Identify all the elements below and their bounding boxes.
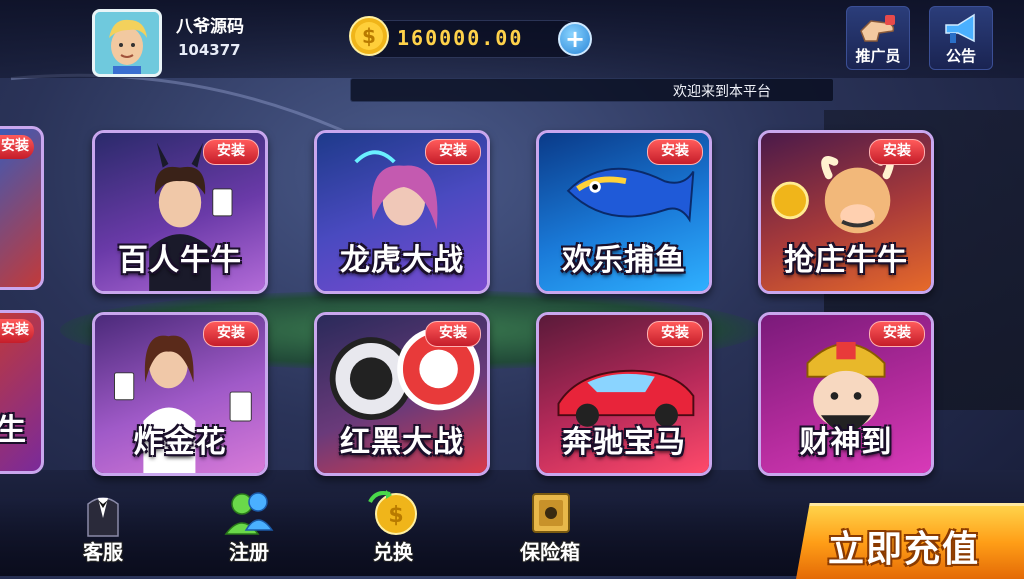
user-avatar[interactable] xyxy=(92,9,162,77)
announcement-button[interactable]: 公告 xyxy=(929,6,993,70)
install-badge: 安装 xyxy=(647,321,703,347)
game-title: 财神到 xyxy=(799,425,893,460)
safe-box-icon xyxy=(532,493,570,533)
recharge-label: 立即充值 xyxy=(828,529,981,570)
install-badge: 安装 xyxy=(0,319,34,343)
game-card-caishen-dao[interactable]: 安装 财神到 xyxy=(758,312,934,476)
install-badge: 安装 xyxy=(0,135,34,159)
game-title: 奔驰宝马 xyxy=(562,425,686,460)
register-users-icon xyxy=(224,492,274,535)
coin-balance-value: 160000.00 xyxy=(397,26,524,50)
svg-text:$: $ xyxy=(388,503,403,528)
game-title: 欢乐捕鱼 xyxy=(562,243,686,278)
exchange-coin-icon: $ xyxy=(368,490,417,535)
add-coins-button[interactable]: + xyxy=(558,22,592,56)
announcement-label: 公告 xyxy=(945,47,976,65)
safe-box-button[interactable]: 保险箱 xyxy=(505,488,595,574)
register-button[interactable]: 注册 xyxy=(204,488,294,574)
marquee-text: 欢迎来到本平台 xyxy=(673,84,771,100)
partial-game-card-1[interactable]: 安装 xyxy=(0,126,44,290)
partial-game-title: 生 xyxy=(0,405,26,449)
install-badge: 安装 xyxy=(203,321,259,347)
announcement-marquee: 欢迎来到本平台 xyxy=(350,78,834,102)
exchange-button[interactable]: $ 兑换 xyxy=(348,488,438,574)
promoter-button[interactable]: 推广员 xyxy=(846,6,910,70)
promoter-label: 推广员 xyxy=(855,47,901,65)
install-badge: 安装 xyxy=(425,321,481,347)
game-card-bairen-niuniu[interactable]: 安装 百人牛牛 xyxy=(92,130,268,294)
game-card-huanle-buyu[interactable]: 安装 欢乐捕鱼 xyxy=(536,130,712,294)
game-card-honghei-dazhan[interactable]: 安装 红黑大战 xyxy=(314,312,490,476)
customer-service-button[interactable]: 客服 xyxy=(58,488,148,574)
game-card-benchi-baoma[interactable]: 安装 奔驰宝马 xyxy=(536,312,712,476)
recharge-now-button[interactable]: 立即充值 xyxy=(796,503,1024,579)
customer-service-tuxedo-icon xyxy=(87,497,119,537)
promoter-hand-icon xyxy=(860,15,895,42)
install-badge: 安装 xyxy=(869,321,925,347)
gold-coin-icon: $ xyxy=(349,16,389,56)
game-card-qiangzhuang-niuniu[interactable]: 安装 抢庄牛牛 xyxy=(758,130,934,294)
game-title: 百人牛牛 xyxy=(118,243,242,278)
megaphone-icon xyxy=(945,13,975,43)
partial-game-card-2[interactable]: 安装 生 xyxy=(0,310,44,474)
game-title: 炸金花 xyxy=(133,425,227,460)
game-title: 龙虎大战 xyxy=(340,243,464,278)
exchange-label: 兑换 xyxy=(373,540,413,564)
install-badge: 安装 xyxy=(647,139,703,165)
install-badge: 安装 xyxy=(425,139,481,165)
game-title: 抢庄牛牛 xyxy=(784,243,908,278)
safe-box-label: 保险箱 xyxy=(520,540,580,564)
game-title: 红黑大战 xyxy=(340,425,464,460)
svg-text:$: $ xyxy=(362,24,376,48)
customer-service-label: 客服 xyxy=(83,540,123,564)
install-badge: 安装 xyxy=(869,139,925,165)
register-label: 注册 xyxy=(229,540,269,564)
user-id: 104377 xyxy=(178,41,241,59)
install-badge: 安装 xyxy=(203,139,259,165)
game-card-zha-jinhua[interactable]: 安装 炸金花 xyxy=(92,312,268,476)
username: 八爷源码 xyxy=(176,17,244,37)
game-card-longhu-dazhan[interactable]: 安装 龙虎大战 xyxy=(314,130,490,294)
